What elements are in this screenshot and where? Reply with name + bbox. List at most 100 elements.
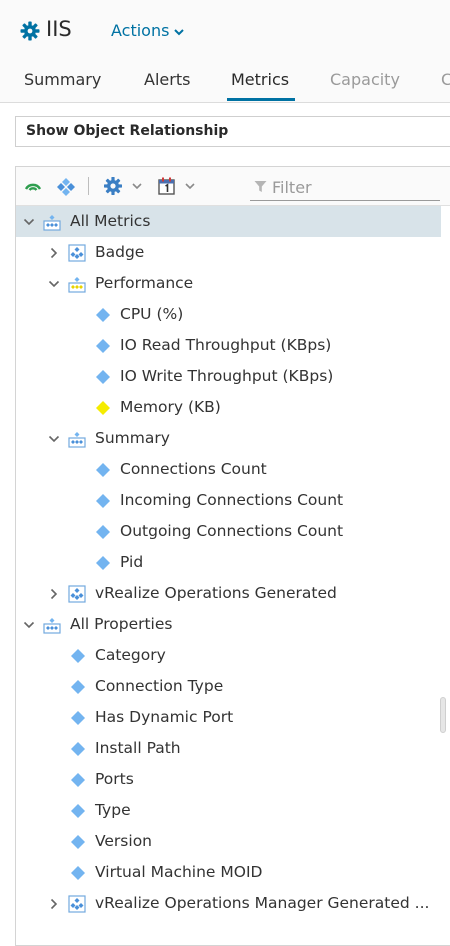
tree-node-all-metrics[interactable]: All Metrics	[16, 206, 441, 237]
diamond-icon	[71, 835, 85, 849]
diamond-icon	[96, 463, 110, 477]
tab-overflow[interactable]: C	[441, 70, 450, 89]
chevron-right-icon[interactable]	[48, 898, 60, 910]
tree-node-badge[interactable]: Badge	[16, 237, 441, 268]
chevron-down-icon[interactable]	[23, 216, 35, 228]
tree-node-label: All Metrics	[70, 212, 151, 230]
actions-label: Actions	[111, 21, 170, 40]
metric-group-icon	[68, 244, 86, 262]
diamond-cluster-icon[interactable]	[56, 176, 76, 196]
tree-node-label: CPU (%)	[120, 305, 184, 323]
signal-icon[interactable]	[23, 176, 43, 196]
chevron-right-icon[interactable]	[48, 588, 60, 600]
diamond-icon	[71, 711, 85, 725]
show-object-relationship-button[interactable]: Show Object Relationship	[15, 116, 450, 147]
tree-leaf-outgoing-connections[interactable]: Outgoing Connections Count	[16, 516, 441, 547]
diamond-icon	[71, 649, 85, 663]
tree-leaf-io-write[interactable]: IO Write Throughput (KBps)	[16, 361, 441, 392]
tree-node-label: Badge	[95, 243, 145, 261]
tree-node-label: vRealize Operations Manager Generated ..…	[95, 894, 430, 912]
diamond-icon	[71, 773, 85, 787]
tree-node-label: Connections Count	[120, 460, 267, 478]
tree-node-label: Has Dynamic Port	[95, 708, 234, 726]
calendar-icon[interactable]	[157, 176, 177, 196]
tree-node-label: Incoming Connections Count	[120, 491, 344, 509]
tree-node-label: Install Path	[95, 739, 181, 757]
metrics-toolbar	[16, 167, 450, 206]
metric-group-icon	[68, 277, 86, 293]
scrollbar-thumb[interactable]	[440, 697, 446, 733]
tree-node-label: Ports	[95, 770, 134, 788]
tree-leaf-ports[interactable]: Ports	[16, 764, 441, 795]
tree-node-label: Pid	[120, 553, 144, 571]
tree-leaf-pid[interactable]: Pid	[16, 547, 441, 578]
tree-leaf-has-dynamic-port[interactable]: Has Dynamic Port	[16, 702, 441, 733]
tree-node-all-properties[interactable]: All Properties	[16, 609, 441, 640]
tab-summary[interactable]: Summary	[24, 70, 101, 89]
tree-node-label: Virtual Machine MOID	[95, 863, 263, 881]
tree-leaf-memory[interactable]: Memory (KB)	[16, 392, 441, 423]
metric-group-icon	[43, 618, 61, 634]
tree-node-label: vRealize Operations Generated	[95, 584, 337, 602]
chevron-down-icon[interactable]	[23, 619, 35, 631]
tab-bar: Summary Alerts Metrics Capacity C	[0, 66, 450, 102]
tree-node-label: Performance	[95, 274, 194, 292]
diamond-icon	[71, 866, 85, 880]
tree-node-label: Memory (KB)	[120, 398, 221, 416]
diamond-icon	[96, 370, 110, 384]
tree-node-label: Category	[95, 646, 166, 664]
tree-node-label: Summary	[95, 429, 170, 447]
chevron-down-icon[interactable]	[48, 278, 60, 290]
tab-metrics[interactable]: Metrics	[231, 70, 289, 89]
tree-node-label: IO Read Throughput (KBps)	[120, 336, 332, 354]
object-header: IIS Actions Summary Alerts Metrics Capac…	[0, 0, 450, 103]
tree-node-summary[interactable]: Summary	[16, 423, 441, 454]
gear-icon	[20, 21, 40, 41]
metrics-tree-panel: All Metrics Badge Perfor	[15, 166, 450, 946]
chevron-down-icon[interactable]	[184, 180, 196, 192]
diamond-icon	[71, 804, 85, 818]
actions-menu-button[interactable]: Actions	[111, 21, 185, 40]
chevron-right-icon[interactable]	[48, 247, 60, 259]
tree-leaf-connection-type[interactable]: Connection Type	[16, 671, 441, 702]
tree-node-performance[interactable]: Performance	[16, 268, 441, 299]
metrics-tree: All Metrics Badge Performance CPU (%) IO…	[16, 206, 450, 919]
tree-leaf-cpu[interactable]: CPU (%)	[16, 299, 441, 330]
metric-group-icon	[68, 432, 86, 448]
tree-node-label: Type	[95, 801, 131, 819]
diamond-icon	[71, 742, 85, 756]
chevron-down-icon[interactable]	[131, 180, 143, 192]
filter-icon	[254, 181, 267, 192]
tree-leaf-connections-count[interactable]: Connections Count	[16, 454, 441, 485]
diamond-icon	[96, 556, 110, 570]
gear-icon[interactable]	[103, 176, 123, 196]
tab-alerts[interactable]: Alerts	[144, 70, 190, 89]
filter-input[interactable]	[270, 175, 439, 199]
active-tab-indicator	[227, 98, 295, 101]
tree-node-label: IO Write Throughput (KBps)	[120, 367, 334, 385]
tab-capacity[interactable]: Capacity	[330, 70, 400, 89]
chevron-down-icon[interactable]	[48, 433, 60, 445]
tree-node-label: Connection Type	[95, 677, 224, 695]
tree-node-vrops-generated[interactable]: vRealize Operations Generated	[16, 578, 441, 609]
tree-leaf-category[interactable]: Category	[16, 640, 441, 671]
metric-group-icon	[68, 585, 86, 603]
diamond-icon	[96, 308, 110, 322]
metric-group-icon	[43, 215, 61, 231]
filter-field	[250, 173, 440, 201]
show-object-relationship-label: Show Object Relationship	[26, 123, 229, 139]
tree-leaf-incoming-connections[interactable]: Incoming Connections Count	[16, 485, 441, 516]
chevron-down-icon	[174, 28, 185, 35]
diamond-icon	[71, 680, 85, 694]
diamond-icon	[96, 339, 110, 353]
tree-leaf-type[interactable]: Type	[16, 795, 441, 826]
tree-node-vrops-manager-generated[interactable]: vRealize Operations Manager Generated ..…	[16, 888, 441, 919]
tree-leaf-io-read[interactable]: IO Read Throughput (KBps)	[16, 330, 441, 361]
tree-leaf-install-path[interactable]: Install Path	[16, 733, 441, 764]
tree-node-label: Version	[95, 832, 152, 850]
tree-leaf-vm-moid[interactable]: Virtual Machine MOID	[16, 857, 441, 888]
yellow-diamond-icon	[96, 401, 110, 415]
tree-node-label: All Properties	[70, 615, 173, 633]
tree-leaf-version[interactable]: Version	[16, 826, 441, 857]
toolbar-separator	[88, 177, 89, 195]
